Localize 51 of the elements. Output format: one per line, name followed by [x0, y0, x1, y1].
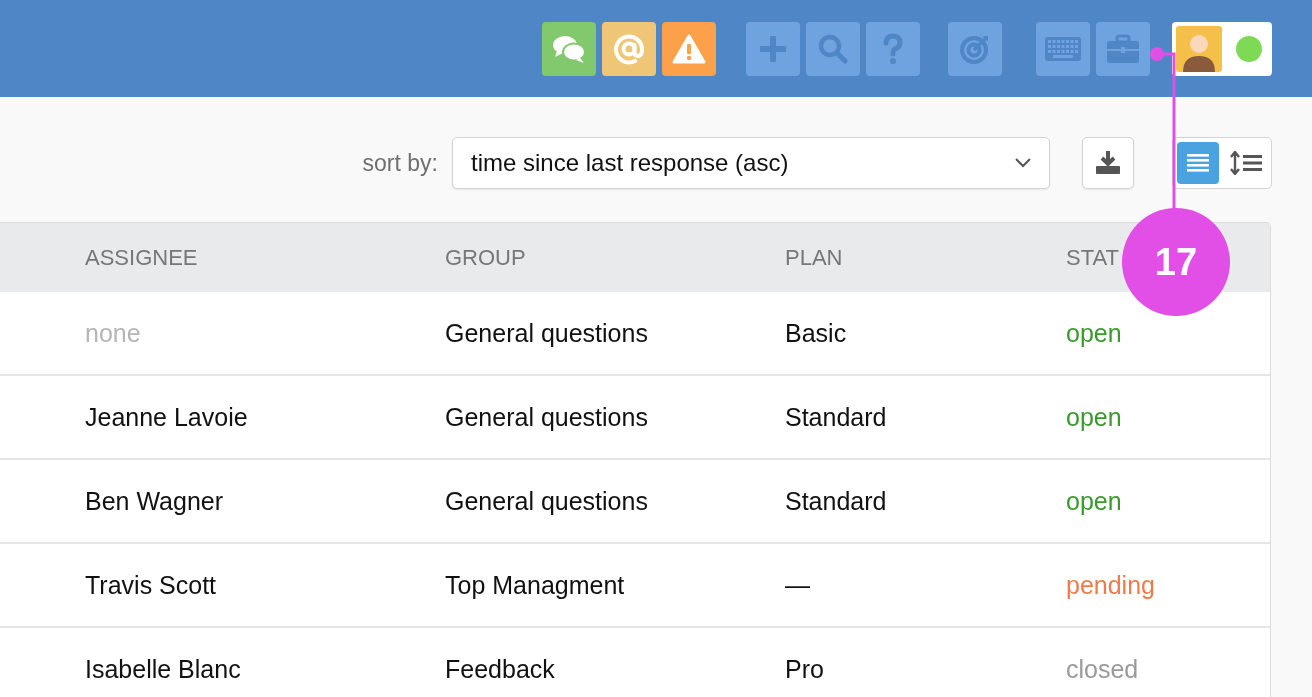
user-menu[interactable]	[1172, 21, 1272, 76]
group-cell: General questions	[445, 402, 648, 432]
status-cell: pending	[1066, 570, 1155, 600]
list-view-button[interactable]	[1177, 142, 1219, 184]
group-cell: Top Managment	[445, 570, 625, 600]
download-button[interactable]	[1082, 137, 1134, 189]
at-sign-icon	[613, 32, 645, 65]
group-cell: Feedback	[445, 654, 555, 684]
column-header: ASSIGNEE	[85, 244, 198, 271]
avatar-icon	[1176, 25, 1222, 72]
mentions-button[interactable]	[602, 21, 656, 76]
assignee-cell: Travis Scott	[85, 570, 217, 600]
keyboard-icon	[1045, 36, 1081, 61]
plan-cell: Standard	[785, 402, 887, 432]
assignee-cell: Jeanne Lavoie	[85, 402, 248, 432]
status-cell: closed	[1066, 654, 1139, 684]
column-header: GROUP	[445, 244, 526, 271]
chevron-down-icon	[1015, 158, 1031, 168]
question-mark-icon	[882, 32, 904, 65]
status-cell: open	[1066, 318, 1122, 348]
assignee-cell: Isabelle Blanc	[85, 654, 241, 684]
shortcuts-button[interactable]	[1036, 21, 1090, 76]
status-cell: open	[1066, 402, 1122, 432]
search-button[interactable]	[806, 21, 860, 76]
list-icon	[1187, 152, 1209, 174]
group-cell: General questions	[445, 318, 648, 348]
plan-cell: —	[785, 570, 810, 600]
download-icon	[1095, 151, 1121, 175]
briefcase-icon	[1106, 33, 1140, 64]
line-spacing-icon	[1230, 151, 1262, 175]
chat-bubbles-icon	[552, 33, 586, 64]
help-button[interactable]	[866, 21, 920, 76]
warnings-button[interactable]	[662, 21, 716, 76]
assignee-cell: none	[85, 318, 141, 348]
plan-cell: Basic	[785, 318, 847, 348]
briefcase-button[interactable]	[1096, 21, 1150, 76]
status-cell: open	[1066, 486, 1122, 516]
sort-label: sort by:	[362, 150, 438, 177]
add-button[interactable]	[746, 21, 800, 76]
plan-cell: Pro	[785, 654, 824, 684]
search-icon	[818, 33, 848, 64]
column-header: STAT	[1066, 244, 1119, 271]
warning-icon	[672, 33, 706, 64]
assignee-cell: Ben Wagner	[85, 486, 224, 516]
goals-button[interactable]	[948, 21, 1002, 76]
column-header: PLAN	[785, 244, 843, 271]
group-cell: General questions	[445, 486, 648, 516]
chats-button[interactable]	[542, 21, 596, 76]
plus-icon	[760, 35, 786, 62]
sort-dropdown[interactable]: time since last response (asc)	[452, 137, 1050, 189]
plan-cell: Standard	[785, 486, 887, 516]
